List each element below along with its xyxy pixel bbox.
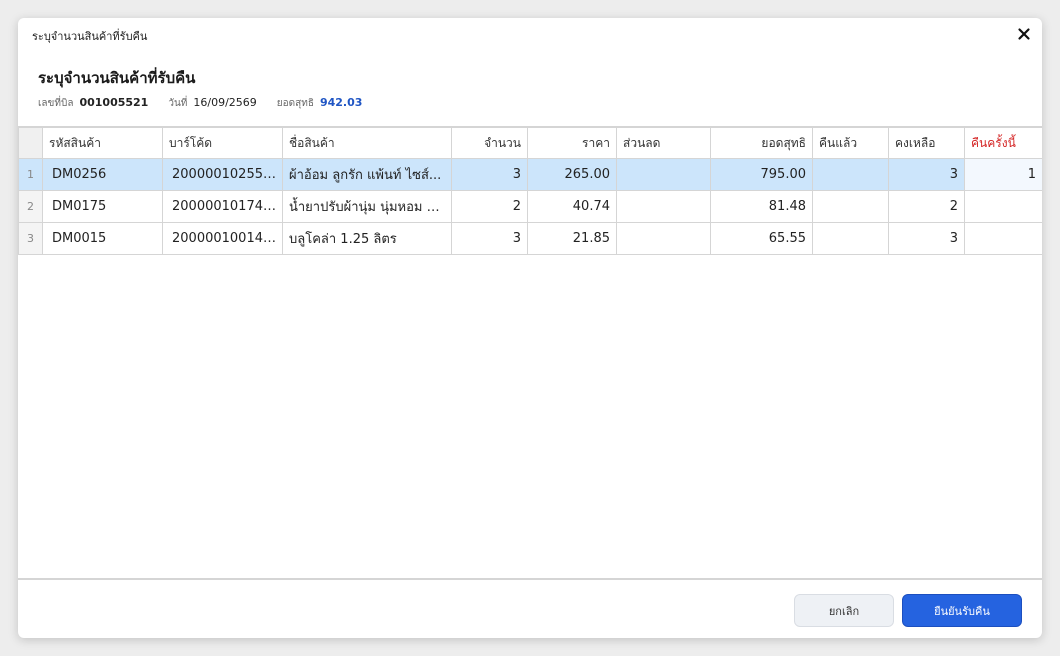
column-header-returned[interactable]: คืนแล้ว <box>812 127 889 159</box>
items-table: รหัสสินค้า บาร์โค้ด ชื่อสินค้า จำนวน ราค… <box>18 127 1042 255</box>
items-grid: รหัสสินค้า บาร์โค้ด ชื่อสินค้า จำนวน ราค… <box>18 126 1042 580</box>
close-button[interactable] <box>1014 24 1034 44</box>
cell-barcode: 2000001001400 <box>162 222 283 255</box>
cell-barcode: 2000001017401 <box>162 190 283 223</box>
cell-returned <box>812 158 889 191</box>
cell-net: 65.55 <box>710 222 813 255</box>
date-value: 16/09/2569 <box>193 96 257 109</box>
column-header-price[interactable]: ราคา <box>527 127 617 159</box>
column-header-return-now[interactable]: คืนครั้งนี้ <box>964 127 1042 159</box>
cell-price: 265.00 <box>527 158 617 191</box>
cell-discount <box>616 190 711 223</box>
cell-barcode: 2000001025505 <box>162 158 283 191</box>
cell-discount <box>616 158 711 191</box>
cell-code: DM0175 <box>42 190 163 223</box>
cell-code: DM0015 <box>42 222 163 255</box>
cell-name: น้ำยาปรับผ้านุ่ม นุ่มหอม อัล... <box>282 190 452 223</box>
table-header-row: รหัสสินค้า บาร์โค้ด ชื่อสินค้า จำนวน ราค… <box>18 127 1042 159</box>
bill-info: เลขที่บิล 001005521 วันที่ 16/09/2569 ยอ… <box>38 96 382 111</box>
net-total-label: ยอดสุทธิ <box>276 98 314 109</box>
table-row[interactable]: 3 DM0015 2000001001400 บลูโคล่า 1.25 ลิต… <box>18 222 1042 255</box>
column-header-remaining[interactable]: คงเหลือ <box>888 127 965 159</box>
cell-name: ผ้าอ้อม ลูกรัก แพ้นท์ ไซส์... <box>282 158 452 191</box>
cell-remaining: 3 <box>888 222 965 255</box>
confirm-return-button[interactable]: ยืนยันรับคืน <box>902 594 1022 627</box>
return-now-input[interactable] <box>964 190 1042 223</box>
cell-discount <box>616 222 711 255</box>
cell-remaining: 3 <box>888 158 965 191</box>
dialog-titlebar: ระบุจำนวนสินค้าที่รับคืน <box>18 18 1042 52</box>
date-label: วันที่ <box>168 98 188 109</box>
column-header-net[interactable]: ยอดสุทธิ <box>710 127 813 159</box>
cell-name: บลูโคล่า 1.25 ลิตร <box>282 222 452 255</box>
return-now-input[interactable] <box>964 222 1042 255</box>
cell-code: DM0256 <box>42 158 163 191</box>
table-row[interactable]: 2 DM0175 2000001017401 น้ำยาปรับผ้านุ่ม … <box>18 190 1042 223</box>
row-number: 3 <box>18 222 43 255</box>
close-icon <box>1018 28 1030 40</box>
page-title: ระบุจำนวนสินค้าที่รับคืน <box>38 69 196 87</box>
row-number: 1 <box>18 158 43 191</box>
cell-returned <box>812 222 889 255</box>
cell-qty: 3 <box>451 158 528 191</box>
column-header-discount[interactable]: ส่วนลด <box>616 127 711 159</box>
row-number: 2 <box>18 190 43 223</box>
cell-qty: 2 <box>451 190 528 223</box>
return-quantity-dialog: ระบุจำนวนสินค้าที่รับคืน ระบุจำนวนสินค้า… <box>18 18 1042 638</box>
cell-net: 81.48 <box>710 190 813 223</box>
dialog-footer: ยกเลิก ยืนยันรับคืน <box>18 582 1042 638</box>
column-header-name[interactable]: ชื่อสินค้า <box>282 127 452 159</box>
column-header-code[interactable]: รหัสสินค้า <box>42 127 163 159</box>
return-now-input[interactable]: 1 <box>964 158 1042 191</box>
bill-number-value: 001005521 <box>79 96 149 109</box>
window-title: ระบุจำนวนสินค้าที่รับคืน <box>32 30 148 43</box>
cell-net: 795.00 <box>710 158 813 191</box>
cell-returned <box>812 190 889 223</box>
net-total-value: 942.03 <box>319 96 363 109</box>
cancel-button[interactable]: ยกเลิก <box>794 594 894 627</box>
column-header-barcode[interactable]: บาร์โค้ด <box>162 127 283 159</box>
cell-price: 21.85 <box>527 222 617 255</box>
table-row[interactable]: 1 DM0256 2000001025505 ผ้าอ้อม ลูกรัก แพ… <box>18 158 1042 191</box>
column-header-qty[interactable]: จำนวน <box>451 127 528 159</box>
cell-qty: 3 <box>451 222 528 255</box>
cell-price: 40.74 <box>527 190 617 223</box>
bill-number-label: เลขที่บิล <box>38 98 74 109</box>
cell-remaining: 2 <box>888 190 965 223</box>
column-header-row-number <box>18 127 43 159</box>
